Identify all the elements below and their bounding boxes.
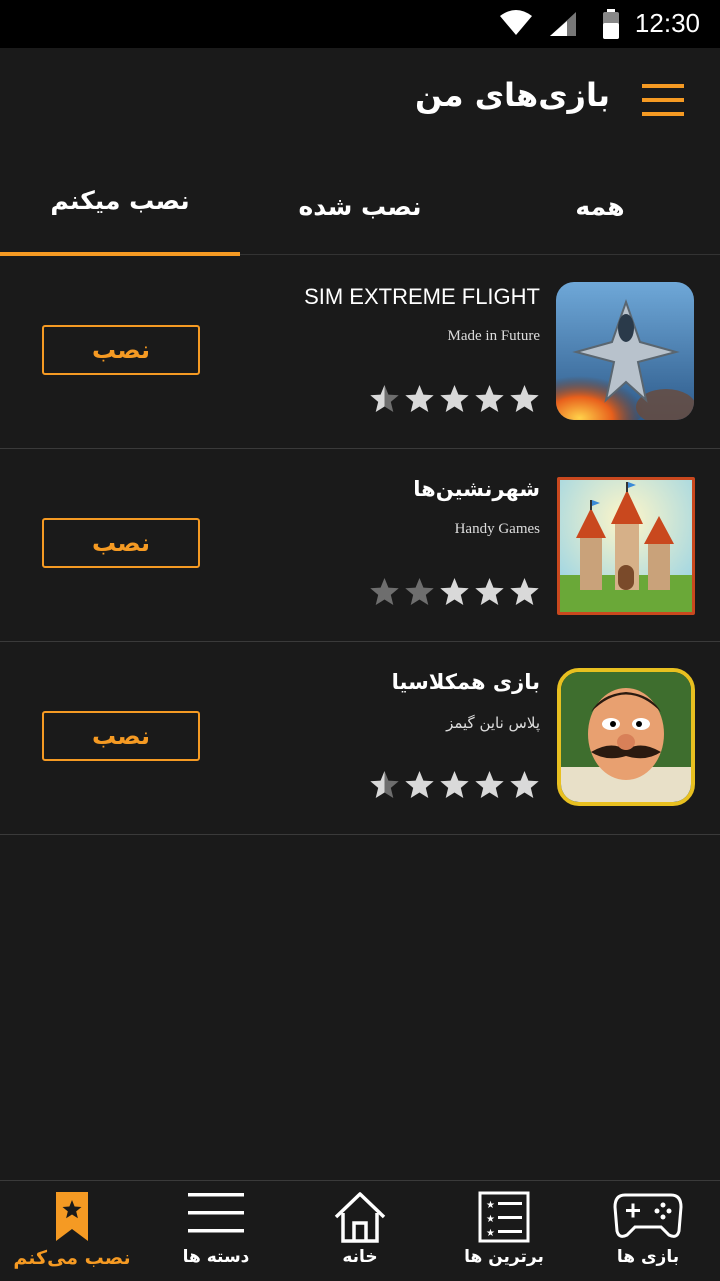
jet-icon xyxy=(556,282,694,420)
app-header: بازی‌های من xyxy=(0,48,720,158)
app-title: SIM EXTREME FLIGHT xyxy=(304,284,540,309)
nav-top-charts[interactable]: ★ ★ ★ برترین ها xyxy=(432,1181,576,1281)
star-icon xyxy=(405,578,434,605)
app-developer: پلاس ناین گیمز xyxy=(446,714,540,732)
page-title: بازی‌های من xyxy=(414,76,610,114)
nav-label: بازی ها xyxy=(616,1247,680,1267)
list-item[interactable]: بازی همکلاسیا پلاس ناین گیمز نصب xyxy=(0,642,720,835)
battery-icon xyxy=(603,9,619,39)
rating-stars xyxy=(369,770,540,800)
status-bar: 12:30 xyxy=(0,0,720,48)
nav-games[interactable]: بازی ها xyxy=(576,1181,720,1281)
rating-stars xyxy=(369,384,540,414)
nav-label: برترین ها xyxy=(464,1247,544,1267)
star-icon xyxy=(370,385,399,412)
star-icon xyxy=(475,385,504,412)
nav-installing[interactable]: نصب می‌کنم xyxy=(0,1181,144,1281)
tab-installed[interactable]: نصب شده xyxy=(240,158,480,254)
signal-icon xyxy=(550,12,576,36)
app-icon-classmates[interactable] xyxy=(557,668,695,806)
star-icon xyxy=(510,578,539,605)
app-list: SIM EXTREME FLIGHT Made in Future نصب شه… xyxy=(0,256,720,835)
star-icon xyxy=(405,385,434,412)
nav-label: نصب می‌کنم xyxy=(13,1247,131,1269)
bottom-navigation: بازی ها ★ ★ ★ برترین ها خانه دسته ها نصب… xyxy=(0,1180,720,1281)
app-title: بازی همکلاسیا xyxy=(391,670,540,694)
star-icon xyxy=(510,771,539,798)
star-icon xyxy=(440,578,469,605)
app-icon-townsmen[interactable] xyxy=(557,477,695,615)
star-icon xyxy=(475,771,504,798)
nav-label: خانه xyxy=(342,1247,378,1267)
gamepad-icon xyxy=(613,1193,683,1238)
home-icon xyxy=(334,1192,386,1243)
star-icon xyxy=(510,385,539,412)
ranked-list-icon: ★ ★ ★ xyxy=(478,1191,530,1243)
star-icon xyxy=(370,578,399,605)
app-developer: Made in Future xyxy=(447,328,540,344)
list-item[interactable]: شهرنشین‌ها Handy Games نصب xyxy=(0,449,720,642)
star-icon xyxy=(475,578,504,605)
install-button[interactable]: نصب xyxy=(42,325,200,375)
star-icon xyxy=(440,771,469,798)
star-icon xyxy=(440,385,469,412)
castle-icon xyxy=(560,480,692,612)
teacher-face-icon xyxy=(561,672,691,802)
hamburger-list-icon xyxy=(188,1193,244,1233)
svg-text:★: ★ xyxy=(486,1214,495,1225)
install-button[interactable]: نصب xyxy=(42,518,200,568)
star-icon xyxy=(370,771,399,798)
app-title: شهرنشین‌ها xyxy=(413,477,540,501)
nav-label: دسته ها xyxy=(182,1247,250,1267)
wifi-icon xyxy=(500,10,532,35)
svg-text:★: ★ xyxy=(486,1228,495,1239)
rating-stars xyxy=(369,577,540,607)
app-developer: Handy Games xyxy=(454,521,540,537)
status-time: 12:30 xyxy=(634,8,700,38)
svg-text:★: ★ xyxy=(486,1200,495,1211)
tab-all[interactable]: همه xyxy=(480,158,720,254)
bookmark-star-icon xyxy=(56,1192,88,1241)
app-icon-sim-extreme-flight[interactable] xyxy=(556,282,694,420)
tab-bar: همه نصب شده نصب میکنم xyxy=(0,158,720,256)
menu-icon[interactable] xyxy=(636,84,686,124)
tab-installing[interactable]: نصب میکنم xyxy=(0,152,240,248)
install-button[interactable]: نصب xyxy=(42,711,200,761)
nav-home[interactable]: خانه xyxy=(288,1181,432,1281)
star-icon xyxy=(405,771,434,798)
nav-categories[interactable]: دسته ها xyxy=(144,1181,288,1281)
list-item[interactable]: SIM EXTREME FLIGHT Made in Future نصب xyxy=(0,256,720,449)
